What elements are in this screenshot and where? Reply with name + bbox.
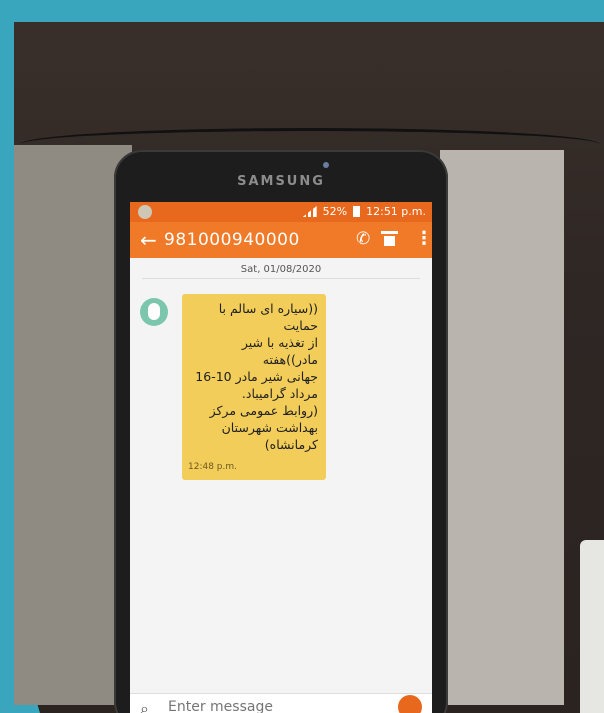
attachment-icon[interactable]: ⌕ — [140, 699, 149, 713]
clock: 12:51 p.m. — [366, 205, 426, 218]
sender-avatar-icon[interactable] — [140, 298, 168, 326]
battery-icon — [353, 206, 361, 217]
notification-icon — [138, 205, 152, 219]
message-time: 12:48 p.m. — [188, 462, 237, 472]
status-bar: 52% 12:51 p.m. — [130, 202, 432, 222]
more-options-icon[interactable]: ⋮ — [415, 228, 432, 249]
paper-right — [440, 150, 564, 705]
message-composer: ⌕ — [130, 693, 432, 713]
phone: SAMSUNG 52% 12:51 p.m. ← 981000940000 ✆ … — [114, 150, 448, 713]
white-card — [580, 540, 604, 713]
phone-screen: 52% 12:51 p.m. ← 981000940000 ✆ ⋮ Sat, 0… — [130, 202, 432, 713]
message-bubble[interactable]: ((سیاره ای سالم با حمایت از تغذیه با شیر… — [182, 294, 326, 480]
contact-number: 981000940000 — [164, 230, 300, 250]
send-icon[interactable] — [398, 695, 422, 713]
front-camera — [323, 162, 329, 168]
status-indicators: 52% 12:51 p.m. — [302, 205, 426, 218]
conversation-date: Sat, 01/08/2020 — [240, 264, 322, 275]
photo-background: SAMSUNG 52% 12:51 p.m. ← 981000940000 ✆ … — [0, 0, 604, 713]
delete-trash-icon[interactable] — [381, 231, 398, 246]
app-bar: ← 981000940000 ✆ ⋮ — [130, 222, 432, 258]
brand-logo: SAMSUNG — [237, 174, 325, 189]
battery-percent: 52% — [322, 205, 348, 218]
message-input[interactable] — [168, 699, 368, 713]
phone-call-icon[interactable]: ✆ — [356, 229, 370, 249]
cyan-surface-top — [0, 0, 604, 22]
cyan-surface-left — [0, 0, 14, 713]
message-text: ((سیاره ای سالم با حمایت از تغذیه با شیر… — [195, 301, 318, 452]
divider — [142, 278, 420, 279]
signal-icon — [302, 206, 317, 217]
back-arrow-icon[interactable]: ← — [140, 228, 157, 252]
